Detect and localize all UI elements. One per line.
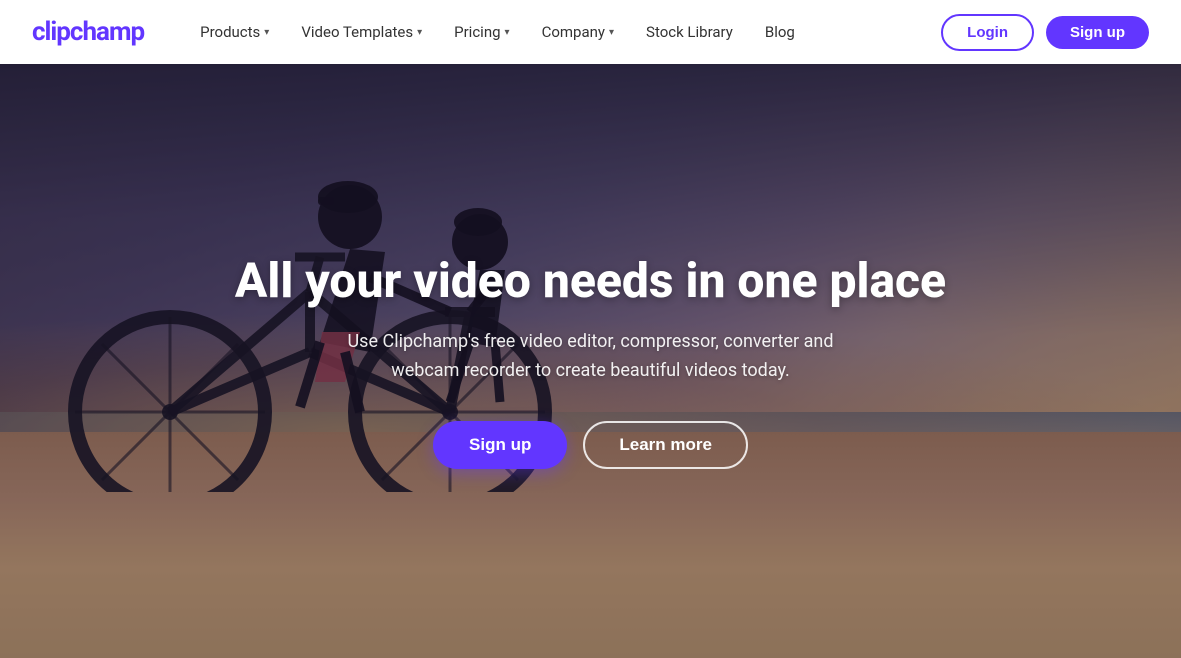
nav-blog-label: Blog xyxy=(765,23,795,41)
nav-company-label: Company xyxy=(542,23,605,41)
nav-item-blog[interactable]: Blog xyxy=(749,15,811,49)
chevron-down-icon: ▾ xyxy=(264,27,269,38)
hero-buttons: Sign up Learn more xyxy=(433,421,748,469)
nav-pricing-label: Pricing xyxy=(454,23,500,41)
navbar: clipchamp Products ▾ Video Templates ▾ P… xyxy=(0,0,1181,64)
hero-signup-button[interactable]: Sign up xyxy=(433,421,567,469)
nav-links: Products ▾ Video Templates ▾ Pricing ▾ C… xyxy=(184,15,941,49)
nav-video-templates-label: Video Templates xyxy=(301,23,413,41)
chevron-down-icon: ▾ xyxy=(505,27,510,38)
nav-item-pricing[interactable]: Pricing ▾ xyxy=(438,15,525,49)
nav-item-company[interactable]: Company ▾ xyxy=(526,15,630,49)
signup-nav-button[interactable]: Sign up xyxy=(1046,16,1149,49)
nav-stock-library-label: Stock Library xyxy=(646,23,733,41)
nav-item-stock-library[interactable]: Stock Library xyxy=(630,15,749,49)
logo[interactable]: clipchamp xyxy=(32,17,144,47)
chevron-down-icon: ▾ xyxy=(417,27,422,38)
hero-title: All your video needs in one place xyxy=(235,253,946,308)
hero-learn-more-button[interactable]: Learn more xyxy=(583,421,748,469)
chevron-down-icon: ▾ xyxy=(609,27,614,38)
nav-products-label: Products xyxy=(200,23,260,41)
login-button[interactable]: Login xyxy=(941,14,1034,51)
hero-section: All your video needs in one place Use Cl… xyxy=(0,64,1181,658)
hero-content: All your video needs in one place Use Cl… xyxy=(0,64,1181,658)
nav-actions: Login Sign up xyxy=(941,14,1149,51)
nav-item-products[interactable]: Products ▾ xyxy=(184,15,285,49)
hero-subtitle: Use Clipchamp's free video editor, compr… xyxy=(321,328,861,386)
nav-item-video-templates[interactable]: Video Templates ▾ xyxy=(285,15,438,49)
